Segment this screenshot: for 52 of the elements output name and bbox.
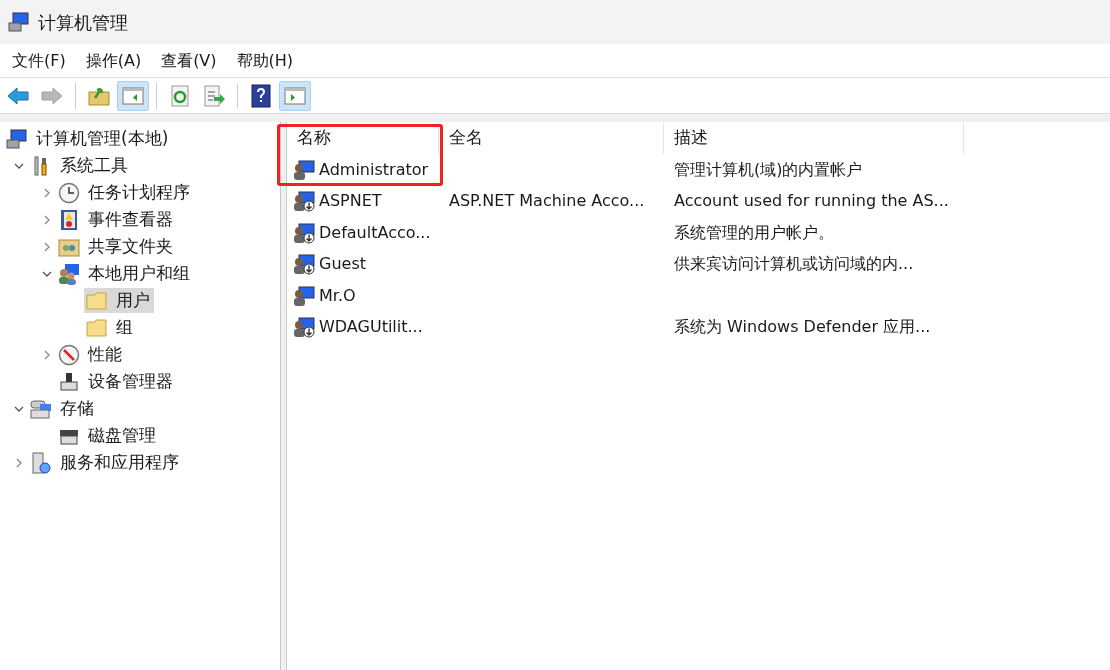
folder-icon xyxy=(86,316,108,339)
table-cell-text: Guest xyxy=(319,253,366,276)
tree-item[interactable]: 服务和应用程序 xyxy=(28,450,183,475)
menu-item[interactable]: 帮助(H) xyxy=(226,44,304,77)
table-cell-text: Mr.O xyxy=(319,284,356,307)
table-cell: 系统为 Windows Defender 应用... xyxy=(674,317,931,337)
tree-item[interactable]: 性能 xyxy=(56,342,126,367)
tree-item[interactable]: 存储 xyxy=(28,396,98,421)
disabled-user-icon xyxy=(293,253,315,276)
table-cell: 管理计算机(域)的内置帐户 xyxy=(674,159,863,179)
tree-item[interactable]: 任务计划程序 xyxy=(56,180,194,205)
column-header[interactable]: 描述 xyxy=(664,122,964,154)
tree-item[interactable]: 计算机管理(本地) xyxy=(4,126,173,151)
storage-icon xyxy=(30,397,52,420)
tree-item[interactable]: 本地用户和组 xyxy=(56,261,194,286)
computer-icon xyxy=(6,127,28,150)
tree-item[interactable]: 事件查看器 xyxy=(56,207,177,232)
table-cell: 系统管理的用户帐户。 xyxy=(674,222,834,242)
menu-item[interactable]: 查看(V) xyxy=(151,44,227,77)
tree-item[interactable]: 用户 xyxy=(84,288,154,313)
table-cell-text: WDAGUtilit... xyxy=(319,316,423,339)
table-cell-text: ASPNET xyxy=(319,190,382,213)
panel-toggle-icon[interactable] xyxy=(117,80,149,111)
server-gear-icon xyxy=(30,451,52,474)
table-cell: Account used for running the AS... xyxy=(674,191,949,211)
user-icon xyxy=(293,284,315,307)
user-icon xyxy=(293,158,315,181)
computer-icon xyxy=(8,11,30,33)
window-title: 计算机管理 xyxy=(38,10,128,35)
log-book-icon xyxy=(58,208,80,231)
table-cell: ASP.NET Machine Acco... xyxy=(449,191,645,211)
tree-item[interactable]: 磁盘管理 xyxy=(56,423,160,448)
column-header[interactable]: 全名 xyxy=(439,122,664,154)
menu-item[interactable]: 文件(F) xyxy=(2,44,76,77)
column-header[interactable]: 名称 xyxy=(287,122,439,154)
disabled-user-icon xyxy=(293,221,315,244)
tree-item[interactable]: 组 xyxy=(84,315,137,340)
panel-toggle-icon[interactable] xyxy=(279,80,311,111)
tree-item[interactable]: 设备管理器 xyxy=(56,369,177,394)
disabled-user-icon xyxy=(293,190,315,213)
table-cell-text: DefaultAcco... xyxy=(319,221,431,244)
device-icon xyxy=(58,370,80,393)
table-cell: 供来宾访问计算机或访问域的内... xyxy=(674,254,914,274)
clock-icon xyxy=(58,181,80,204)
users-icon xyxy=(58,262,80,285)
menu-item[interactable]: 操作(A) xyxy=(75,44,152,77)
disabled-user-icon xyxy=(293,316,315,339)
tree-item[interactable]: 系统工具 xyxy=(28,153,132,178)
tree-item[interactable]: 共享文件夹 xyxy=(56,234,177,259)
table-cell-text: Administrator xyxy=(319,158,429,181)
folder-icon xyxy=(86,289,108,312)
gauge-icon xyxy=(58,343,80,366)
